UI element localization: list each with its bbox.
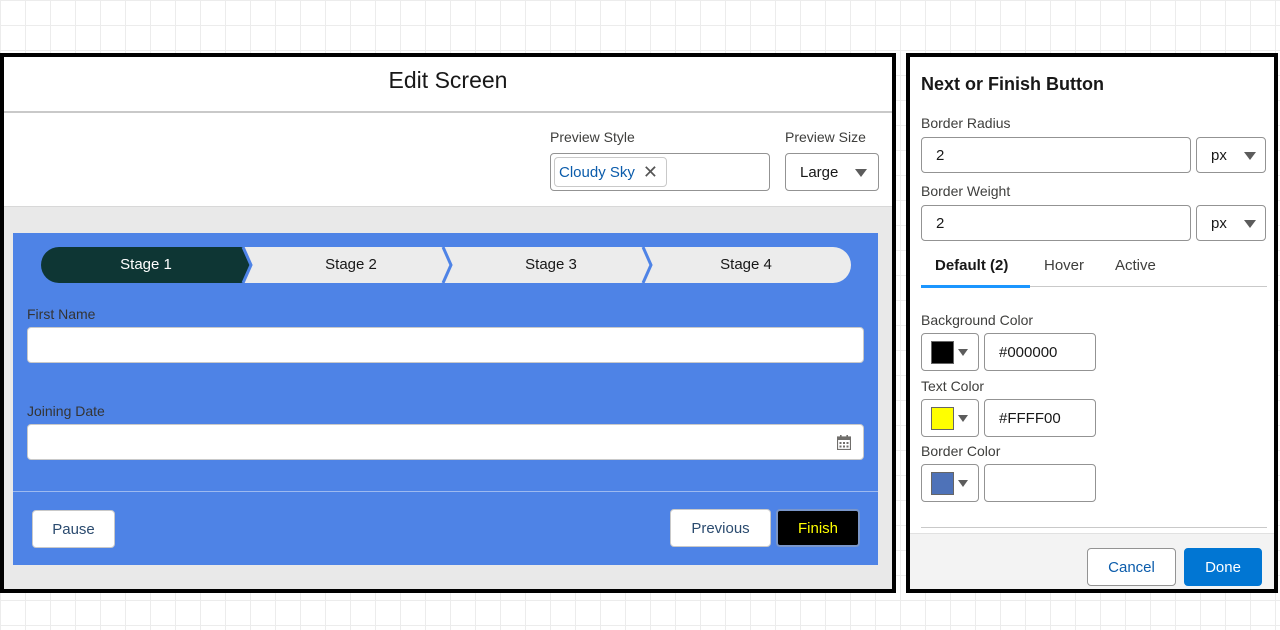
edit-screen-header: Edit Screen [4,57,892,113]
chevron-down-icon [855,169,867,177]
background-color-hex-input[interactable]: #000000 [984,333,1096,371]
done-button[interactable]: Done [1184,548,1262,586]
text-color-picker[interactable] [921,399,979,437]
tab-hover[interactable]: Hover [1044,257,1084,274]
chevron-down-icon [958,349,968,356]
chevron-down-icon [958,415,968,422]
stage-path: Stage 1 Stage 2 Stage 3 Stage 4 [41,247,851,283]
stage-1-label[interactable]: Stage 1 [41,247,251,283]
border-radius-input[interactable]: 2 [921,137,1191,173]
preview-size-select[interactable]: Large [785,153,879,191]
chevron-down-icon [958,480,968,487]
border-radius-unit-value: px [1211,146,1227,164]
preview-canvas: Stage 1 Stage 2 Stage 3 Stage 4 First Na… [4,207,892,589]
border-color-label: Border Color [921,443,1001,459]
border-weight-unit-select[interactable]: px [1196,205,1266,241]
panel-content-divider [921,527,1267,528]
footer-divider [13,491,878,492]
previous-button[interactable]: Previous [670,509,771,547]
joining-date-input[interactable] [27,424,864,460]
stage-2-label[interactable]: Stage 2 [251,247,451,283]
edit-screen-title: Edit Screen [388,67,508,93]
preview-style-label: Preview Style [550,129,635,145]
border-color-hex-input[interactable] [984,464,1096,502]
background-color-picker[interactable] [921,333,979,371]
preview-toolbar: Preview Style Cloudy Sky ✕ Preview Size … [4,113,892,207]
chevron-down-icon [1244,220,1256,228]
border-color-picker[interactable] [921,464,979,502]
preview-style-combobox[interactable]: Cloudy Sky ✕ [550,153,770,191]
panel-title: Next or Finish Button [921,74,1104,94]
preview-size-value: Large [800,163,839,181]
pause-button[interactable]: Pause [32,510,115,548]
active-tab-indicator [921,285,1030,288]
background-color-swatch [931,341,954,364]
preview-style-pill-label: Cloudy Sky [559,163,635,181]
edit-screen-panel: Edit Screen Preview Style Cloudy Sky ✕ P… [0,53,896,593]
panel-footer: Cancel Done [910,533,1274,589]
chevron-down-icon [1244,152,1256,160]
finish-button[interactable]: Finish [776,509,860,547]
tab-default[interactable]: Default (2) [935,257,1008,274]
border-radius-unit-select[interactable]: px [1196,137,1266,173]
first-name-label: First Name [27,306,96,322]
first-name-input[interactable] [27,327,864,363]
calendar-icon[interactable] [837,435,851,450]
stage-3-label[interactable]: Stage 3 [451,247,651,283]
preview-style-pill: Cloudy Sky ✕ [554,157,667,187]
tab-active[interactable]: Active [1115,257,1156,274]
flow-screen-card: Stage 1 Stage 2 Stage 3 Stage 4 First Na… [13,233,878,565]
border-radius-label: Border Radius [921,115,1011,131]
text-color-swatch [931,407,954,430]
stage-4-label[interactable]: Stage 4 [651,247,841,283]
button-style-panel: Next or Finish Button Border Radius 2 px… [906,53,1278,593]
border-weight-label: Border Weight [921,183,1011,199]
text-color-hex-input[interactable]: #FFFF00 [984,399,1096,437]
background-color-label: Background Color [921,312,1034,328]
preview-size-label: Preview Size [785,129,866,145]
text-color-label: Text Color [921,378,985,394]
border-weight-unit-value: px [1211,214,1227,232]
border-color-swatch [931,472,954,495]
cancel-button[interactable]: Cancel [1087,548,1176,586]
close-icon[interactable]: ✕ [643,163,658,181]
joining-date-label: Joining Date [27,403,105,419]
border-weight-input[interactable]: 2 [921,205,1191,241]
